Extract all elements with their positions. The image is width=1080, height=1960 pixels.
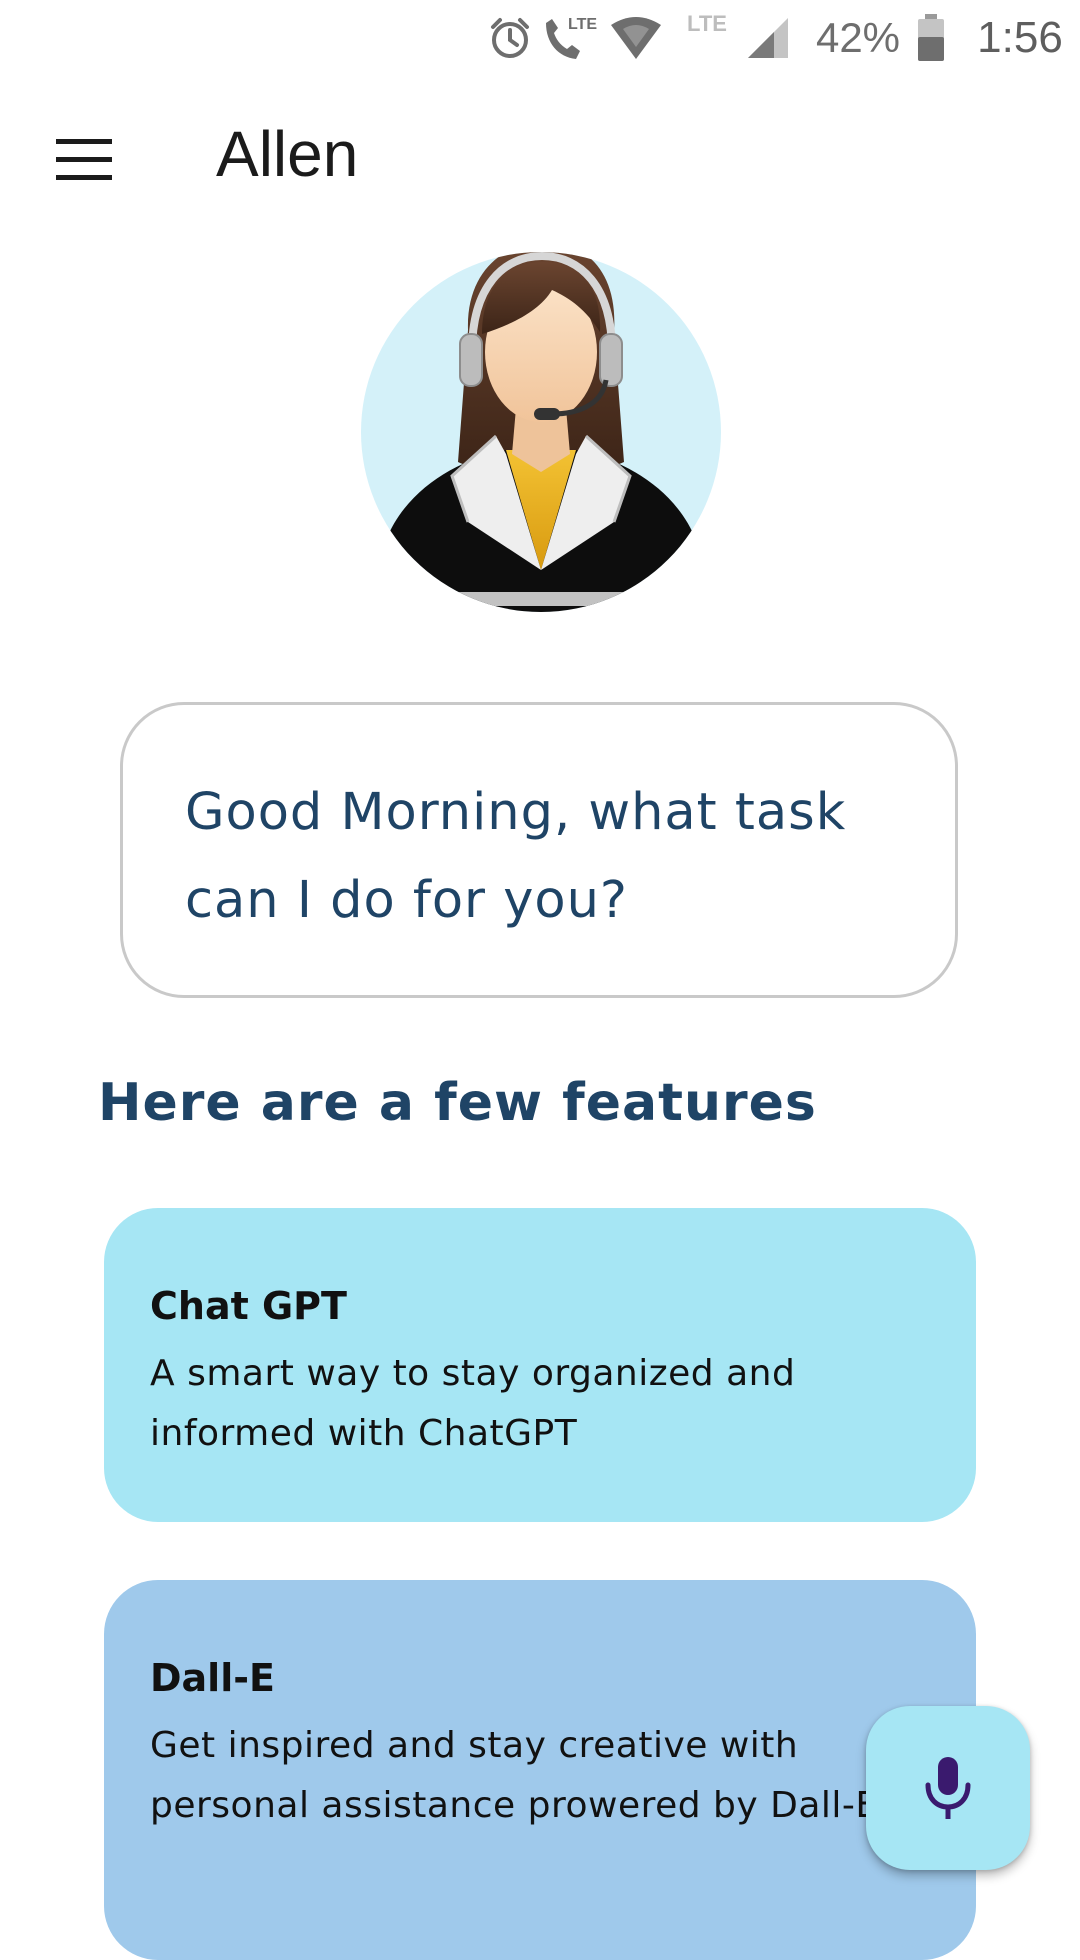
voice-input-button[interactable] — [866, 1706, 1030, 1870]
feature-title: Chat GPT — [150, 1284, 347, 1328]
feature-card-chatgpt[interactable]: Chat GPT A smart way to stay organized a… — [104, 1208, 976, 1522]
feature-description: Get inspired and stay creative with pers… — [150, 1725, 879, 1826]
volte-call-icon: LTE — [540, 10, 604, 66]
hamburger-menu-icon — [56, 139, 112, 180]
alarm-icon — [484, 10, 536, 66]
lte-label: LTE — [687, 11, 727, 36]
assistant-avatar — [356, 240, 726, 616]
feature-description: A smart way to stay organized and inform… — [150, 1353, 796, 1454]
features-heading: Here are a few features — [98, 1073, 817, 1133]
battery-percent: 42% — [815, 14, 901, 61]
wifi-signal-icon — [608, 10, 664, 66]
battery-icon — [914, 10, 948, 66]
microphone-icon — [925, 1757, 971, 1819]
support-agent-avatar-icon — [361, 251, 721, 612]
status-time: 1:56 — [977, 13, 1063, 62]
top-app-bar: Allen — [0, 76, 1080, 234]
greeting-bubble: Good Morning, what task can I do for you… — [120, 702, 958, 998]
menu-button[interactable] — [30, 110, 138, 210]
network-label-1: LTE — [568, 16, 597, 33]
cell-signal-icon — [744, 10, 792, 66]
status-bar: LTE LTE 42% 1:56 — [0, 0, 1080, 76]
feature-title: Dall-E — [150, 1656, 275, 1700]
greeting-text: Good Morning, what task can I do for you… — [185, 783, 847, 930]
page-title: Allen — [216, 118, 359, 190]
feature-card-dalle[interactable]: Dall-E Get inspired and stay creative wi… — [104, 1580, 976, 1960]
